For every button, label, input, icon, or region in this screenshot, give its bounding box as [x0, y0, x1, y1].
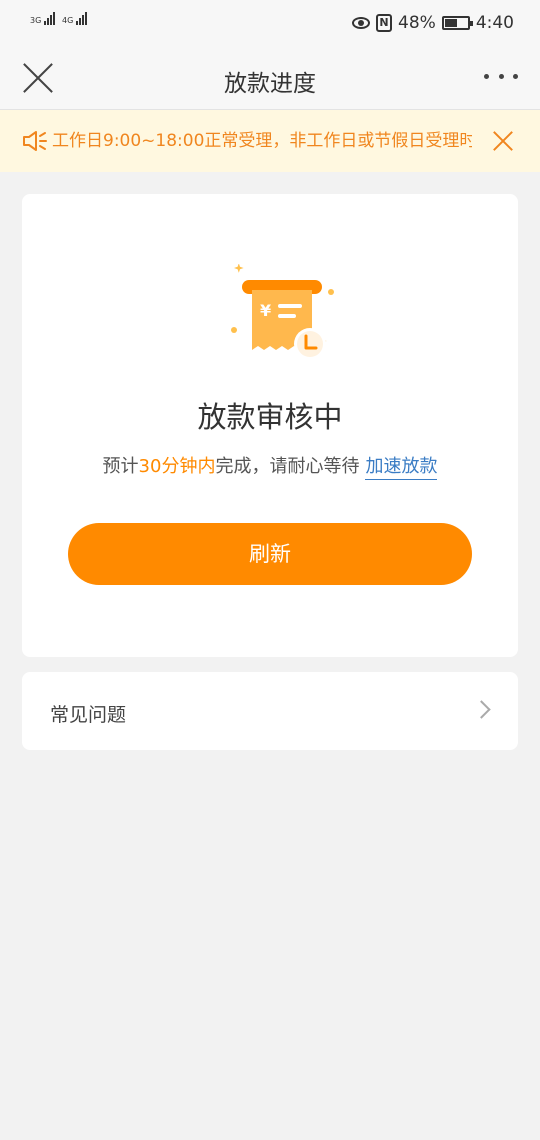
- speed-up-link[interactable]: 加速放款: [365, 456, 438, 480]
- more-icon[interactable]: [484, 74, 518, 82]
- svg-text:¥: ¥: [260, 301, 271, 320]
- status-bar: 3G 4G N 48% 4:40: [0, 0, 540, 46]
- chevron-right-icon: [472, 700, 491, 719]
- clock: 4:40: [475, 13, 514, 33]
- status-description: 预计30分钟内完成，请耐心等待 加速放款: [22, 452, 518, 480]
- status-title: 放款审核中: [197, 400, 343, 434]
- page-title: 放款进度: [224, 71, 316, 97]
- signal-icon: 4G: [62, 12, 88, 25]
- faq-label: 常见问题: [50, 704, 127, 726]
- desc-prefix: 预计: [102, 456, 139, 477]
- battery-icon: [441, 16, 473, 30]
- speaker-icon: [23, 131, 47, 151]
- desc-highlight: 30分钟内: [138, 456, 216, 477]
- network-type-label: 3G: [30, 16, 42, 25]
- signal-icon: 3G: [30, 12, 56, 25]
- notice-close-icon[interactable]: [492, 130, 514, 152]
- faq-row[interactable]: 常见问题: [22, 672, 518, 750]
- notice-banner: 工作日9:00~18:00正常受理，非工作日或节假日受理时间: [0, 110, 540, 172]
- status-card: ¥ 放款审核中 预计30分钟内完成，请耐心等待 加速放款 刷新: [22, 194, 518, 657]
- network-type-label: 4G: [62, 16, 74, 25]
- nav-bar: 放款进度: [0, 46, 540, 110]
- nfc-icon: N: [376, 14, 393, 32]
- eye-icon: [352, 17, 371, 29]
- refresh-button[interactable]: 刷新: [68, 523, 472, 585]
- notice-text: 工作日9:00~18:00正常受理，非工作日或节假日受理时间: [52, 131, 472, 151]
- receipt-clock-icon: ¥: [231, 264, 334, 360]
- battery-percent: 48%: [398, 13, 436, 33]
- desc-suffix: 完成，请耐心等待: [215, 456, 360, 477]
